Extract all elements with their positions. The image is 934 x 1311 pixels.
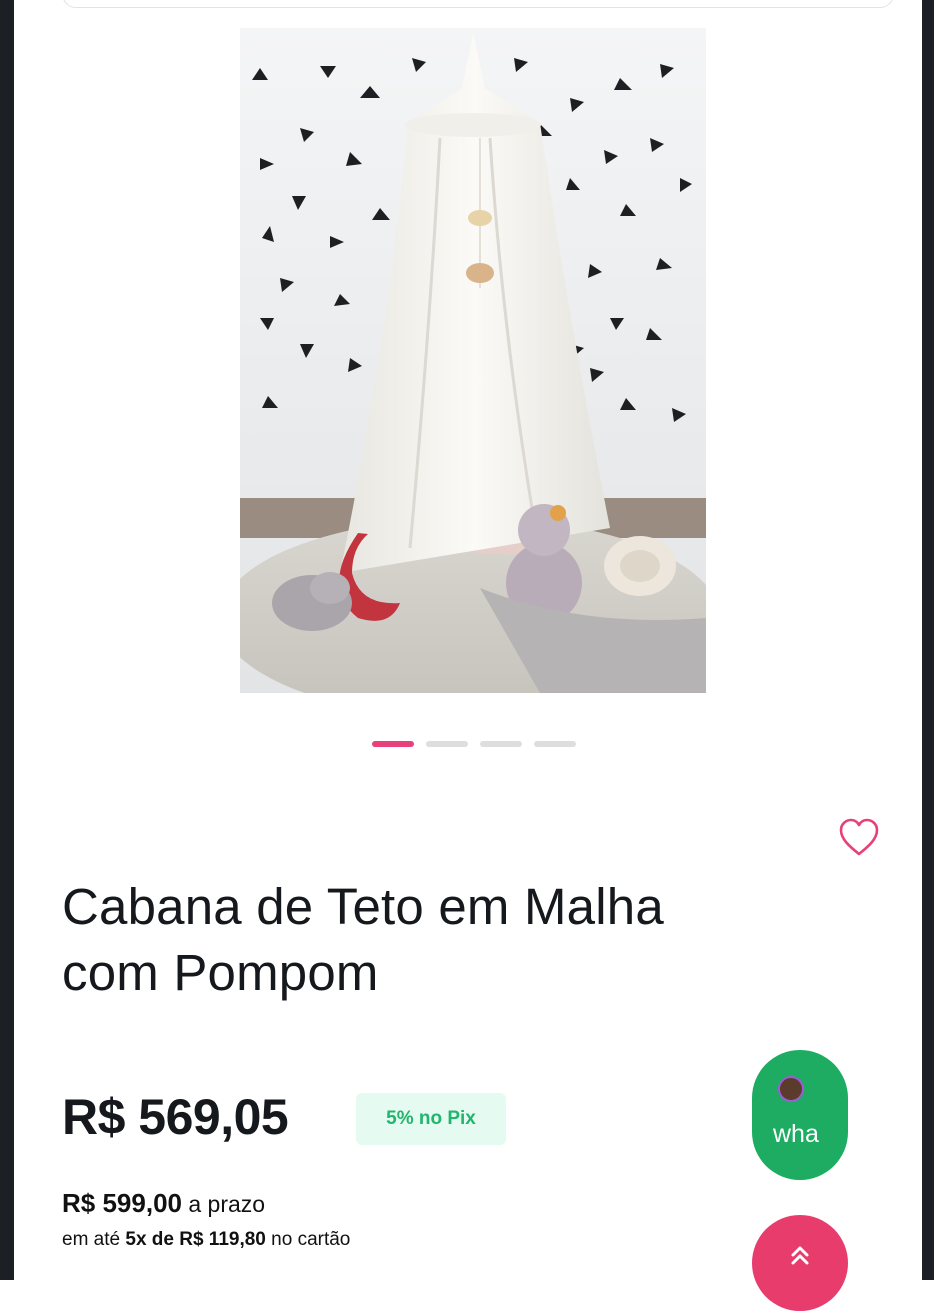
- installment-prefix: em até: [62, 1229, 126, 1250]
- product-price: R$ 569,05: [62, 1089, 289, 1145]
- product-title: Cabana de Teto em Malha com Pompom: [62, 874, 822, 1006]
- double-chevron-up-icon: [789, 1243, 811, 1271]
- carousel-dot[interactable]: [480, 741, 522, 747]
- installment-value: 5x de R$ 119,80: [125, 1229, 266, 1250]
- pix-discount-badge: 5% no Pix: [356, 1093, 506, 1145]
- scroll-top-button[interactable]: [752, 1215, 848, 1311]
- whatsapp-button[interactable]: wha: [752, 1050, 848, 1180]
- product-title-line1: Cabana de Teto em Malha: [62, 878, 664, 935]
- full-price-line: R$ 599,00 a prazo: [62, 1188, 265, 1219]
- carousel-indicator: [372, 741, 576, 749]
- carousel-dot[interactable]: [534, 741, 576, 747]
- carousel-dot-active[interactable]: [372, 741, 414, 747]
- header-card-edge: [62, 0, 894, 8]
- product-image[interactable]: [240, 28, 706, 693]
- screen-edge-right: [922, 0, 934, 1280]
- full-price-suffix: a prazo: [181, 1191, 266, 1217]
- whatsapp-label: wha: [773, 1120, 819, 1148]
- screen-edge-left: [0, 0, 14, 1280]
- installment-suffix: no cartão: [265, 1229, 351, 1250]
- product-title-line2: com Pompom: [62, 944, 379, 1001]
- agent-avatar: [778, 1076, 804, 1102]
- carousel-dot[interactable]: [426, 741, 468, 747]
- full-price: R$ 599,00: [62, 1188, 182, 1218]
- heart-outline-icon: [839, 818, 879, 856]
- favorite-button[interactable]: [835, 815, 883, 859]
- installment-line: em até 5x de R$ 119,80 no cartão: [62, 1229, 350, 1251]
